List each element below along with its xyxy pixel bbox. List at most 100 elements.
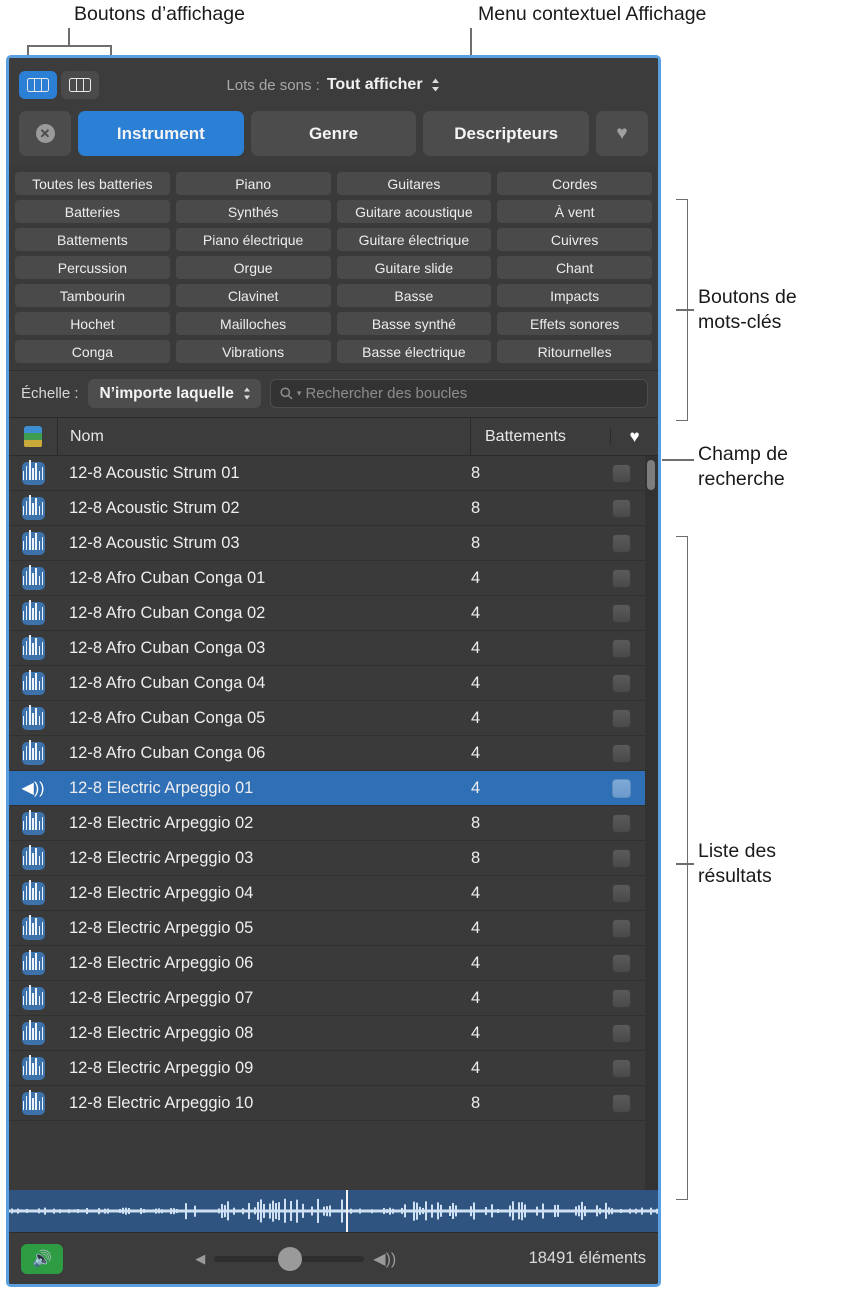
favorite-checkbox[interactable] bbox=[612, 499, 631, 518]
preview-play-button[interactable]: 🔊 bbox=[21, 1244, 63, 1274]
favorite-checkbox[interactable] bbox=[612, 534, 631, 553]
favorite-checkbox[interactable] bbox=[612, 989, 631, 1008]
sort-column-button[interactable] bbox=[9, 426, 57, 448]
table-row[interactable]: 12-8 Electric Arpeggio 044 bbox=[9, 876, 645, 911]
keyword-button[interactable]: Piano bbox=[176, 172, 331, 195]
table-row[interactable]: 12-8 Afro Cuban Conga 064 bbox=[9, 736, 645, 771]
table-row[interactable]: 12-8 Acoustic Strum 028 bbox=[9, 491, 645, 526]
favorite-checkbox[interactable] bbox=[612, 954, 631, 973]
row-preview-button[interactable] bbox=[9, 532, 57, 555]
keyword-button[interactable]: Synthés bbox=[176, 200, 331, 223]
keyword-button[interactable]: Toutes les batteries bbox=[15, 172, 170, 195]
table-row[interactable]: 12-8 Electric Arpeggio 074 bbox=[9, 981, 645, 1016]
favorite-checkbox[interactable] bbox=[612, 779, 631, 798]
table-row[interactable]: 12-8 Electric Arpeggio 094 bbox=[9, 1051, 645, 1086]
keyword-button[interactable]: Tambourin bbox=[15, 284, 170, 307]
table-row[interactable]: 12-8 Electric Arpeggio 108 bbox=[9, 1086, 645, 1121]
favorites-filter-button[interactable]: ♥ bbox=[596, 111, 648, 156]
row-preview-button[interactable] bbox=[9, 917, 57, 940]
keyword-button[interactable]: Conga bbox=[15, 340, 170, 363]
table-row[interactable]: 12-8 Acoustic Strum 018 bbox=[9, 456, 645, 491]
keyword-button[interactable]: Guitare acoustique bbox=[337, 200, 492, 223]
row-preview-button[interactable] bbox=[9, 987, 57, 1010]
table-row[interactable]: 12-8 Electric Arpeggio 038 bbox=[9, 841, 645, 876]
row-preview-button[interactable] bbox=[9, 952, 57, 975]
favorite-checkbox[interactable] bbox=[612, 744, 631, 763]
keyword-button[interactable]: Clavinet bbox=[176, 284, 331, 307]
row-preview-button[interactable] bbox=[9, 847, 57, 870]
column-header-name[interactable]: Nom bbox=[57, 418, 470, 455]
favorite-checkbox[interactable] bbox=[612, 569, 631, 588]
volume-slider-knob[interactable] bbox=[278, 1247, 302, 1271]
keyword-button[interactable]: Battements bbox=[15, 228, 170, 251]
scale-popup-button[interactable]: N’importe laquelle bbox=[88, 379, 261, 408]
volume-slider[interactable] bbox=[214, 1256, 364, 1262]
keyword-button[interactable]: Effets sonores bbox=[497, 312, 652, 335]
keyword-button[interactable]: Batteries bbox=[15, 200, 170, 223]
table-row[interactable]: ◀))12-8 Electric Arpeggio 014 bbox=[9, 771, 645, 806]
row-preview-button[interactable]: ◀)) bbox=[9, 777, 57, 800]
favorite-checkbox[interactable] bbox=[612, 884, 631, 903]
row-preview-button[interactable] bbox=[9, 497, 57, 520]
table-row[interactable]: 12-8 Afro Cuban Conga 034 bbox=[9, 631, 645, 666]
keyword-button[interactable]: Mailloches bbox=[176, 312, 331, 335]
sound-packs-popup[interactable]: Lots de sons : Tout afficher bbox=[19, 76, 648, 94]
keyword-button[interactable]: Impacts bbox=[497, 284, 652, 307]
favorite-checkbox[interactable] bbox=[612, 1024, 631, 1043]
keyword-button[interactable]: Basse synthé bbox=[337, 312, 492, 335]
chevron-down-icon[interactable]: ▾ bbox=[297, 388, 302, 399]
waveform-preview[interactable] bbox=[9, 1190, 658, 1232]
favorite-checkbox[interactable] bbox=[612, 919, 631, 938]
column-header-beats[interactable]: Battements bbox=[470, 418, 610, 455]
clear-filters-button[interactable]: ✕ bbox=[19, 111, 71, 156]
keyword-button[interactable]: Chant bbox=[497, 256, 652, 279]
row-preview-button[interactable] bbox=[9, 602, 57, 625]
view-button-columns[interactable] bbox=[61, 71, 99, 99]
table-row[interactable]: 12-8 Afro Cuban Conga 054 bbox=[9, 701, 645, 736]
keyword-button[interactable]: Piano électrique bbox=[176, 228, 331, 251]
filter-tab-genre[interactable]: Genre bbox=[251, 111, 417, 156]
favorite-checkbox[interactable] bbox=[612, 464, 631, 483]
row-preview-button[interactable] bbox=[9, 462, 57, 485]
keyword-button[interactable]: À vent bbox=[497, 200, 652, 223]
row-preview-button[interactable] bbox=[9, 1022, 57, 1045]
keyword-button[interactable]: Guitares bbox=[337, 172, 492, 195]
table-row[interactable]: 12-8 Electric Arpeggio 064 bbox=[9, 946, 645, 981]
favorite-checkbox[interactable] bbox=[612, 604, 631, 623]
keyword-button[interactable]: Hochet bbox=[15, 312, 170, 335]
favorite-checkbox[interactable] bbox=[612, 1059, 631, 1078]
table-row[interactable]: 12-8 Afro Cuban Conga 014 bbox=[9, 561, 645, 596]
scrollbar-thumb[interactable] bbox=[647, 460, 655, 490]
favorite-checkbox[interactable] bbox=[612, 639, 631, 658]
favorite-checkbox[interactable] bbox=[612, 674, 631, 693]
table-row[interactable]: 12-8 Afro Cuban Conga 044 bbox=[9, 666, 645, 701]
keyword-button[interactable]: Percussion bbox=[15, 256, 170, 279]
keyword-button[interactable]: Orgue bbox=[176, 256, 331, 279]
table-row[interactable]: 12-8 Afro Cuban Conga 024 bbox=[9, 596, 645, 631]
row-preview-button[interactable] bbox=[9, 567, 57, 590]
keyword-button[interactable]: Vibrations bbox=[176, 340, 331, 363]
keyword-button[interactable]: Guitare slide bbox=[337, 256, 492, 279]
keyword-button[interactable]: Cuivres bbox=[497, 228, 652, 251]
row-preview-button[interactable] bbox=[9, 672, 57, 695]
keyword-button[interactable]: Ritournelles bbox=[497, 340, 652, 363]
row-preview-button[interactable] bbox=[9, 742, 57, 765]
table-row[interactable]: 12-8 Acoustic Strum 038 bbox=[9, 526, 645, 561]
favorite-checkbox[interactable] bbox=[612, 709, 631, 728]
row-preview-button[interactable] bbox=[9, 637, 57, 660]
favorite-checkbox[interactable] bbox=[612, 849, 631, 868]
keyword-button[interactable]: Basse bbox=[337, 284, 492, 307]
filter-tab-descriptors[interactable]: Descripteurs bbox=[423, 111, 589, 156]
row-preview-button[interactable] bbox=[9, 1092, 57, 1115]
view-button-grid[interactable] bbox=[19, 71, 57, 99]
keyword-button[interactable]: Basse électrique bbox=[337, 340, 492, 363]
favorite-checkbox[interactable] bbox=[612, 1094, 631, 1113]
search-input[interactable]: ▾ Rechercher des boucles bbox=[270, 379, 648, 408]
row-preview-button[interactable] bbox=[9, 1057, 57, 1080]
keyword-button[interactable]: Guitare électrique bbox=[337, 228, 492, 251]
keyword-button[interactable]: Cordes bbox=[497, 172, 652, 195]
row-preview-button[interactable] bbox=[9, 882, 57, 905]
filter-tab-instrument[interactable]: Instrument bbox=[78, 111, 244, 156]
row-preview-button[interactable] bbox=[9, 812, 57, 835]
results-scrollbar[interactable] bbox=[645, 456, 658, 1190]
